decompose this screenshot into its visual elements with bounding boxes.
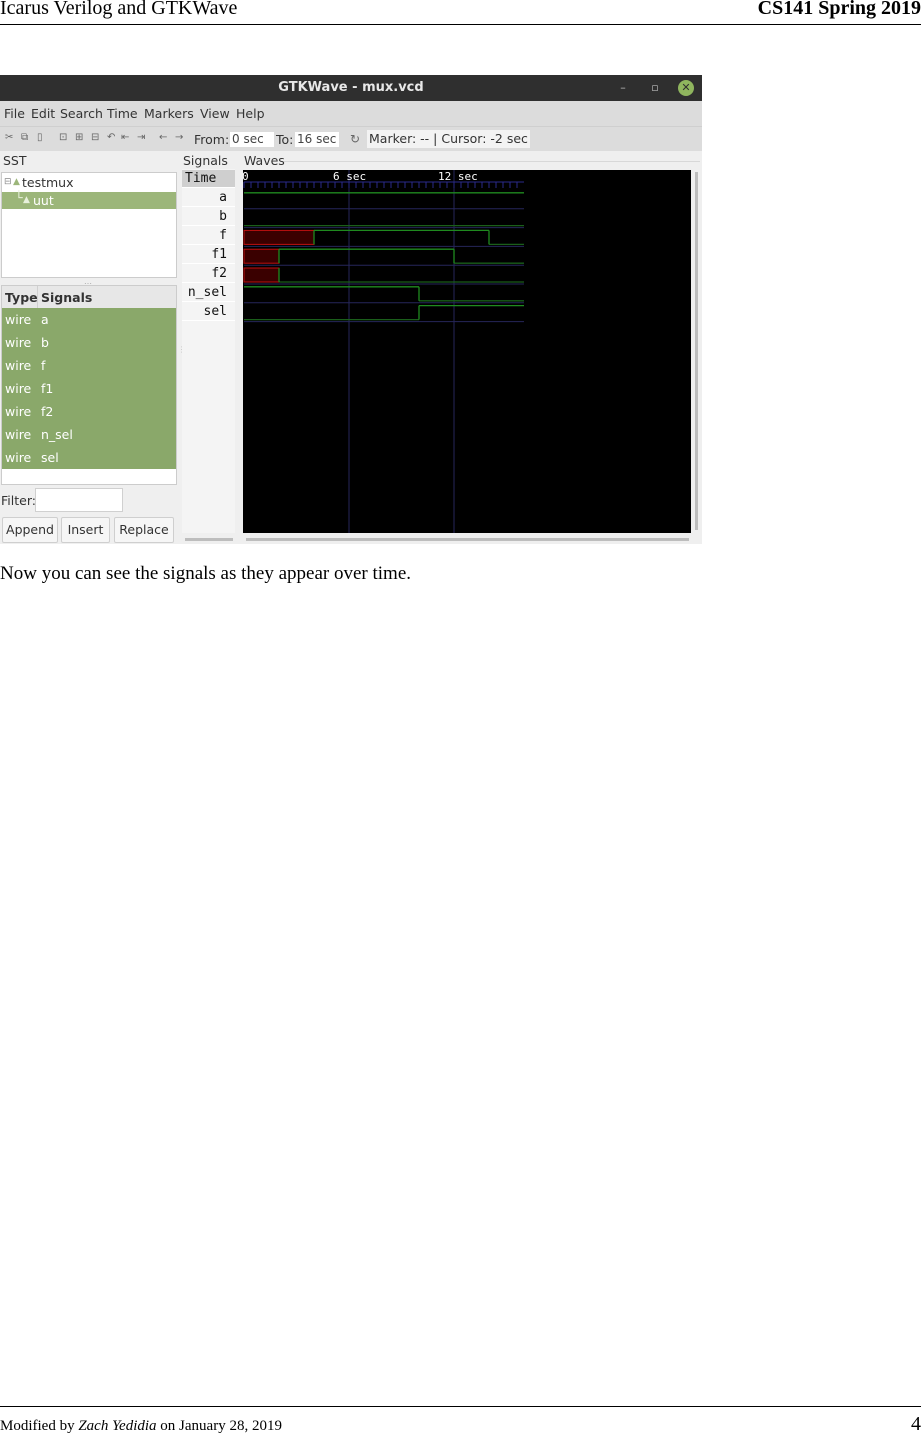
sst-label: SST	[3, 153, 27, 168]
waveform-canvas[interactable]: 0 6 sec 12 sec	[243, 170, 691, 533]
marker-cursor-status: Marker: -- | Cursor: -2 sec	[367, 130, 530, 148]
signal-n-sel[interactable]: n_sel	[182, 284, 235, 302]
close-button[interactable]: ✕	[678, 80, 694, 96]
replace-button[interactable]: Replace	[114, 517, 174, 543]
signal-f1[interactable]: f1	[182, 246, 235, 264]
zoom-out-icon[interactable]: ⊟	[91, 132, 99, 143]
page-number: 4	[911, 1413, 921, 1435]
waves-horizontal-scrollbar[interactable]	[246, 538, 689, 541]
menu-view[interactable]: View	[200, 106, 230, 121]
table-row[interactable]: wire b	[2, 331, 176, 354]
page-header: Icarus Verilog and GTKWave CS141 Spring …	[0, 0, 921, 25]
menu-markers[interactable]: Markers	[144, 106, 194, 121]
trace-f2-x	[243, 267, 280, 283]
to-field[interactable]: 16 sec	[295, 132, 339, 147]
tick-label: 6 sec	[333, 170, 366, 183]
table-row[interactable]: wire a	[2, 308, 176, 331]
page-footer: Modified by Zach Yedidia on January 28, …	[0, 1406, 921, 1437]
insert-button[interactable]: Insert	[61, 517, 110, 543]
minimize-button[interactable]: –	[615, 80, 631, 96]
column-signals[interactable]: Signals	[41, 290, 92, 305]
table-row[interactable]: wire f	[2, 354, 176, 377]
gtkwave-window: GTKWave - mux.vcd – ▫ ✕ File Edit Search…	[0, 75, 702, 544]
zoom-end-icon[interactable]: ⇥	[137, 132, 145, 143]
course-label: CS141 Spring 2019	[757, 0, 921, 19]
tree-connector: └	[15, 190, 23, 205]
trace-f1-x	[243, 248, 280, 264]
waves-pane-label: Waves	[244, 153, 285, 168]
to-label: To:	[276, 132, 294, 147]
filter-input[interactable]	[35, 488, 123, 512]
signals-table-header: Type Signals	[2, 286, 176, 308]
maximize-button[interactable]: ▫	[647, 80, 663, 96]
copy-icon[interactable]: ⧉	[21, 132, 28, 143]
module-icon: ▲	[23, 195, 30, 205]
tree-item-label: uut	[33, 193, 54, 208]
menu-time[interactable]: Time	[107, 106, 138, 121]
tree-item-testmux[interactable]: ⊟ ▲ testmux	[2, 174, 176, 191]
zoom-start-icon[interactable]: ⇤	[121, 132, 129, 143]
signals-pane-label: Signals	[183, 153, 228, 168]
menu-edit[interactable]: Edit	[31, 106, 55, 121]
table-row[interactable]: wire f1	[2, 377, 176, 400]
author-name: Zach Yedidia	[78, 1418, 157, 1434]
tree-item-uut[interactable]: └ ▲ uut	[2, 190, 176, 209]
prev-icon[interactable]: ←	[159, 132, 167, 143]
tick-label: 0	[243, 170, 249, 183]
signal-f2[interactable]: f2	[182, 265, 235, 283]
caption-text: Now you can see the signals as they appe…	[0, 563, 412, 584]
from-field[interactable]: 0 sec	[230, 132, 274, 147]
table-row[interactable]: wire n_sel	[2, 423, 176, 446]
menu-help[interactable]: Help	[236, 106, 265, 121]
menu-bar: File Edit Search Time Markers View Help	[0, 101, 702, 126]
tree-item-label: testmux	[22, 175, 74, 190]
signal-f[interactable]: f	[182, 227, 235, 245]
next-icon[interactable]: →	[175, 132, 183, 143]
waveform-svg: 0 6 sec 12 sec	[243, 170, 524, 533]
window-title: GTKWave - mux.vcd	[278, 80, 424, 95]
toolbar: ✂ ⧉ ▯ ⊡ ⊞ ⊟ ↶ ⇤ ⇥ ← → From: 0 sec To: 16…	[0, 126, 702, 151]
trace-f-x	[243, 229, 315, 245]
paste-icon[interactable]: ▯	[37, 132, 43, 143]
title-bar: GTKWave - mux.vcd – ▫ ✕	[0, 75, 702, 101]
tick-label: 12 sec	[438, 170, 478, 183]
document-title: Icarus Verilog and GTKWave	[0, 0, 238, 19]
waves-vertical-scrollbar[interactable]	[695, 172, 698, 530]
signals-list: Time a b f f1 f2 n_sel sel	[182, 169, 235, 533]
signal-a[interactable]: a	[182, 189, 235, 207]
signal-b[interactable]: b	[182, 208, 235, 226]
table-row[interactable]: wire f2	[2, 400, 176, 423]
zoom-fit-icon[interactable]: ⊡	[59, 132, 67, 143]
signal-sel[interactable]: sel	[182, 303, 235, 321]
filter-label: Filter:	[1, 493, 36, 508]
table-row[interactable]: wire sel	[2, 446, 176, 469]
signal-time[interactable]: Time	[182, 170, 235, 188]
cut-icon[interactable]: ✂	[5, 132, 13, 143]
append-button[interactable]: Append	[2, 517, 58, 543]
sst-tree: ⊟ ▲ testmux └ ▲ uut	[1, 172, 177, 278]
column-type[interactable]: Type	[5, 290, 38, 305]
menu-search[interactable]: Search	[60, 106, 103, 121]
zoom-in-icon[interactable]: ⊞	[75, 132, 83, 143]
undo-zoom-icon[interactable]: ↶	[107, 132, 115, 143]
from-label: From:	[194, 132, 230, 147]
signals-table-body: wire a wire b wire f wire f1 wire f2 wire n_se…	[2, 308, 176, 469]
expander-icon[interactable]: ⊟	[4, 174, 12, 191]
reload-icon[interactable]: ↻	[350, 132, 360, 146]
menu-file[interactable]: File	[4, 106, 25, 121]
signals-table: Type Signals wire a wire b wire f wire f1 wi…	[1, 285, 177, 485]
footer-credit: Modified by Zach Yedidia on January 28, …	[0, 1418, 282, 1434]
signals-horizontal-scrollbar[interactable]	[185, 538, 233, 541]
